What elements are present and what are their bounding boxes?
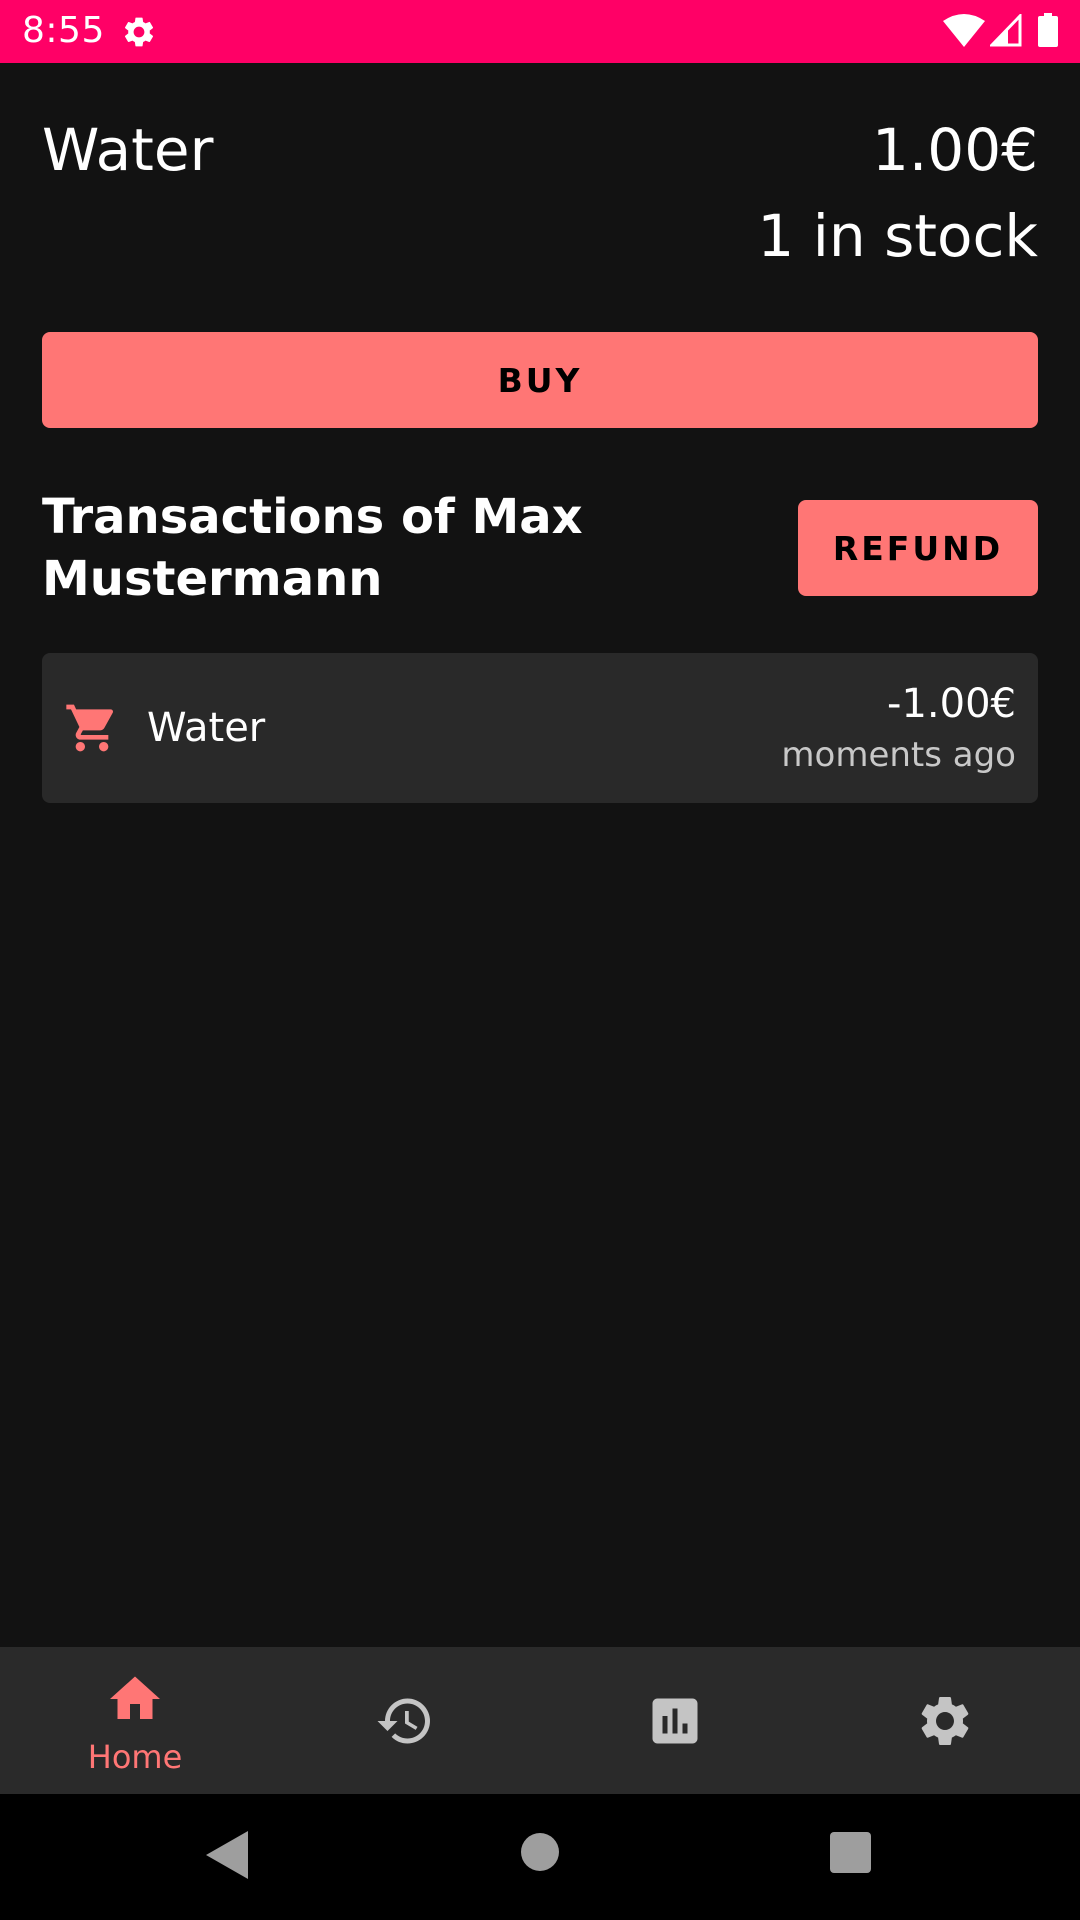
recents-icon[interactable] xyxy=(830,1832,871,1873)
transaction-amount: -1.00€ xyxy=(887,681,1016,727)
cart-icon xyxy=(66,704,114,752)
transaction-item[interactable]: Water -1.00€ moments ago xyxy=(42,653,1038,803)
back-icon[interactable] xyxy=(202,1829,250,1881)
gear-icon xyxy=(124,17,154,47)
history-icon xyxy=(377,1698,430,1744)
nav-history[interactable] xyxy=(270,1647,540,1794)
product-stock: 1 in stock xyxy=(757,202,1038,270)
transaction-time: moments ago xyxy=(781,735,1016,775)
wifi-icon xyxy=(943,14,985,47)
battery-icon xyxy=(1038,13,1058,47)
product-price: 1.00€ xyxy=(871,116,1038,184)
transactions-title: Transactions of Max Mustermann xyxy=(42,489,583,607)
transaction-name: Water xyxy=(147,705,266,751)
bottom-navigation: Home xyxy=(0,1647,1080,1794)
home-circle-icon[interactable] xyxy=(520,1832,560,1872)
product-name: Water xyxy=(42,116,214,184)
nav-settings[interactable] xyxy=(810,1647,1080,1794)
nav-home-label: Home xyxy=(87,1738,183,1776)
status-bar: 8:55 xyxy=(0,0,1080,63)
nav-statistics[interactable] xyxy=(540,1647,810,1794)
refund-button[interactable]: REFUND xyxy=(798,500,1038,596)
status-time: 8:55 xyxy=(22,10,105,51)
nav-home[interactable]: Home xyxy=(0,1647,270,1794)
signal-icon xyxy=(990,14,1022,47)
bar-chart-icon xyxy=(652,1698,698,1744)
home-icon xyxy=(110,1676,160,1719)
settings-icon xyxy=(921,1697,969,1745)
buy-button[interactable]: BUY xyxy=(42,332,1038,428)
system-navigation-bar xyxy=(0,1794,1080,1920)
